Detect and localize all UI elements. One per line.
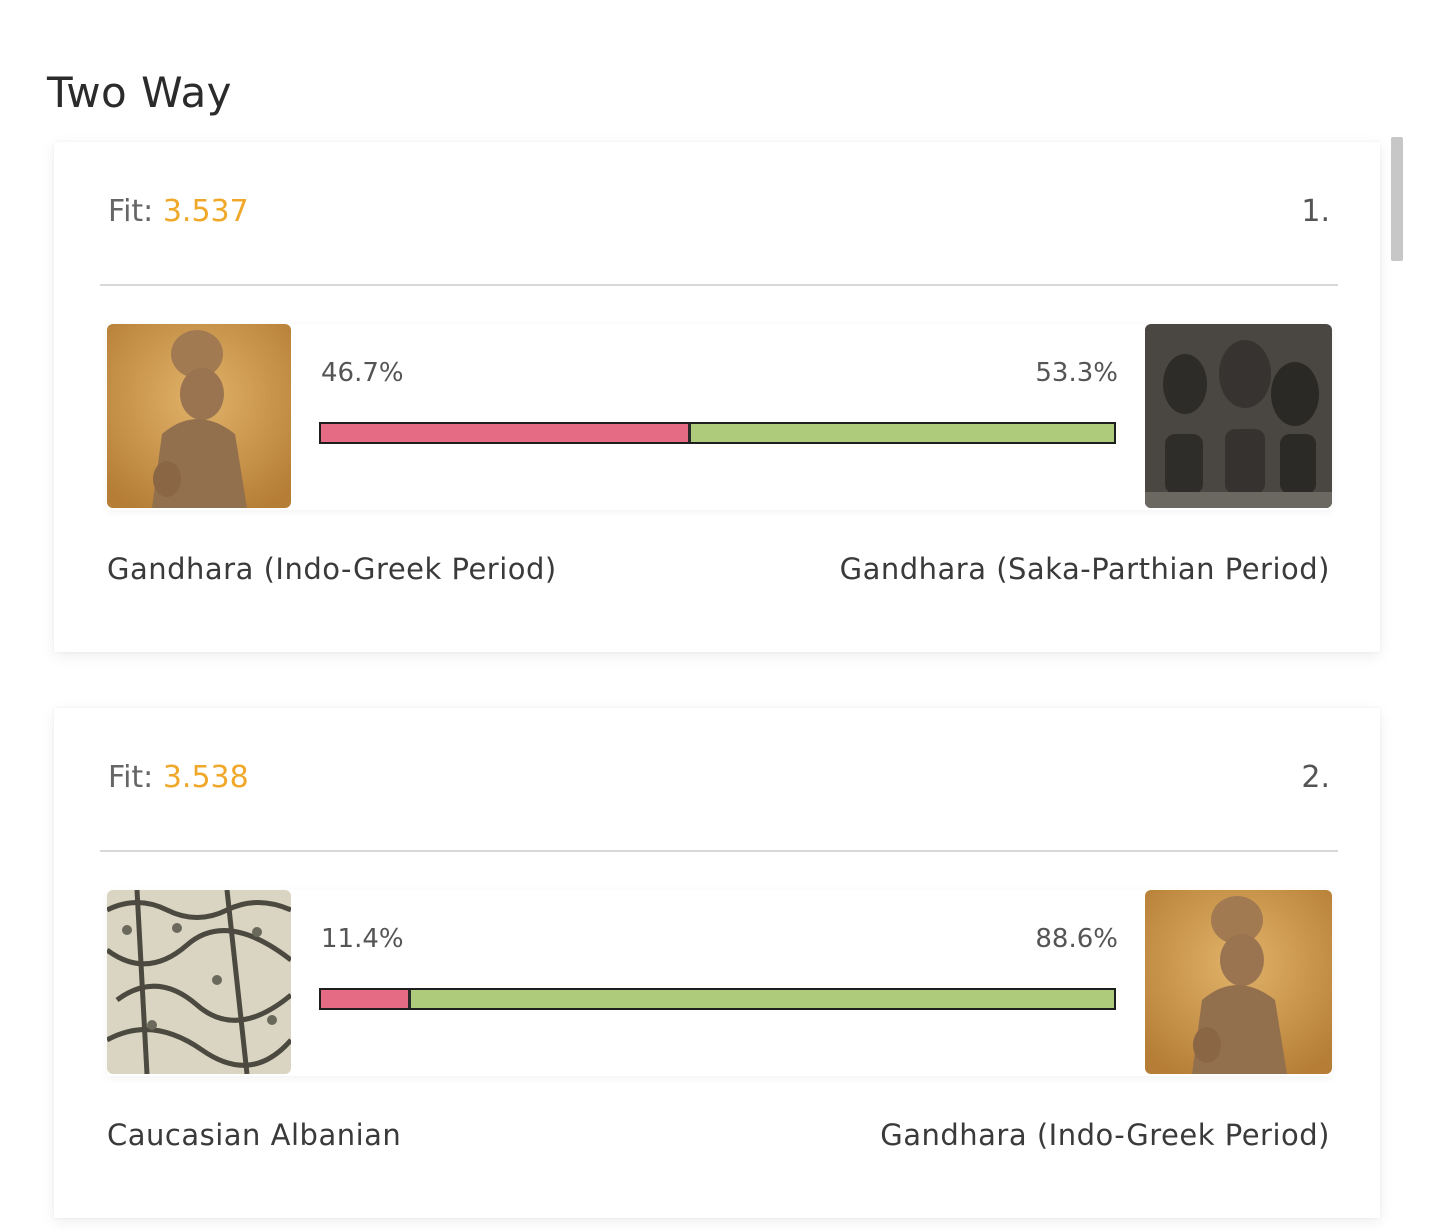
scrollbar[interactable] <box>1388 137 1406 1230</box>
scrollbar-thumb[interactable] <box>1391 137 1403 261</box>
ornamental-stone-carving-thumbnail <box>107 890 291 1074</box>
mix-proportion-bar <box>319 422 1116 444</box>
mix-proportion-bar <box>319 988 1116 1010</box>
mix-panel: 46.7% 53.3% <box>107 324 1332 510</box>
left-percentage: 46.7% <box>321 358 404 388</box>
mix-panel: 11.4% 88.6% <box>107 890 1332 1076</box>
dark-stone-relief-thumbnail <box>1145 324 1332 508</box>
fit-label: Fit: <box>108 194 154 229</box>
divider <box>100 850 1338 852</box>
left-percentage: 11.4% <box>321 924 404 954</box>
right-percentage: 53.3% <box>1035 358 1118 388</box>
fit-label: Fit: <box>108 760 154 795</box>
golden-buddha-statue-thumbnail <box>1145 890 1332 1074</box>
left-population-name: Caucasian Albanian <box>107 1118 402 1152</box>
left-proportion-segment <box>321 424 692 442</box>
result-card-1: Fit: 3.537 1. 46.7% 53.3% Gandhara (Indo… <box>54 142 1380 652</box>
golden-buddha-statue-thumbnail <box>107 324 291 508</box>
result-rank: 2. <box>1301 760 1330 795</box>
result-rank: 1. <box>1301 194 1330 229</box>
fit-score: Fit: 3.537 <box>108 194 249 229</box>
right-proportion-segment <box>691 424 1114 442</box>
result-card-2: Fit: 3.538 2. 11.4% 88.6% Caucasian Alba… <box>54 708 1380 1218</box>
fit-value: 3.538 <box>162 760 249 795</box>
right-proportion-segment <box>411 990 1114 1008</box>
right-population-name: Gandhara (Indo-Greek Period) <box>880 1118 1330 1152</box>
fit-value: 3.537 <box>162 194 249 229</box>
divider <box>100 284 1338 286</box>
right-percentage: 88.6% <box>1035 924 1118 954</box>
page-title: Two Way <box>47 68 233 118</box>
right-population-name: Gandhara (Saka-Parthian Period) <box>839 552 1330 586</box>
fit-score: Fit: 3.538 <box>108 760 249 795</box>
left-population-name: Gandhara (Indo-Greek Period) <box>107 552 557 586</box>
left-proportion-segment <box>321 990 412 1008</box>
